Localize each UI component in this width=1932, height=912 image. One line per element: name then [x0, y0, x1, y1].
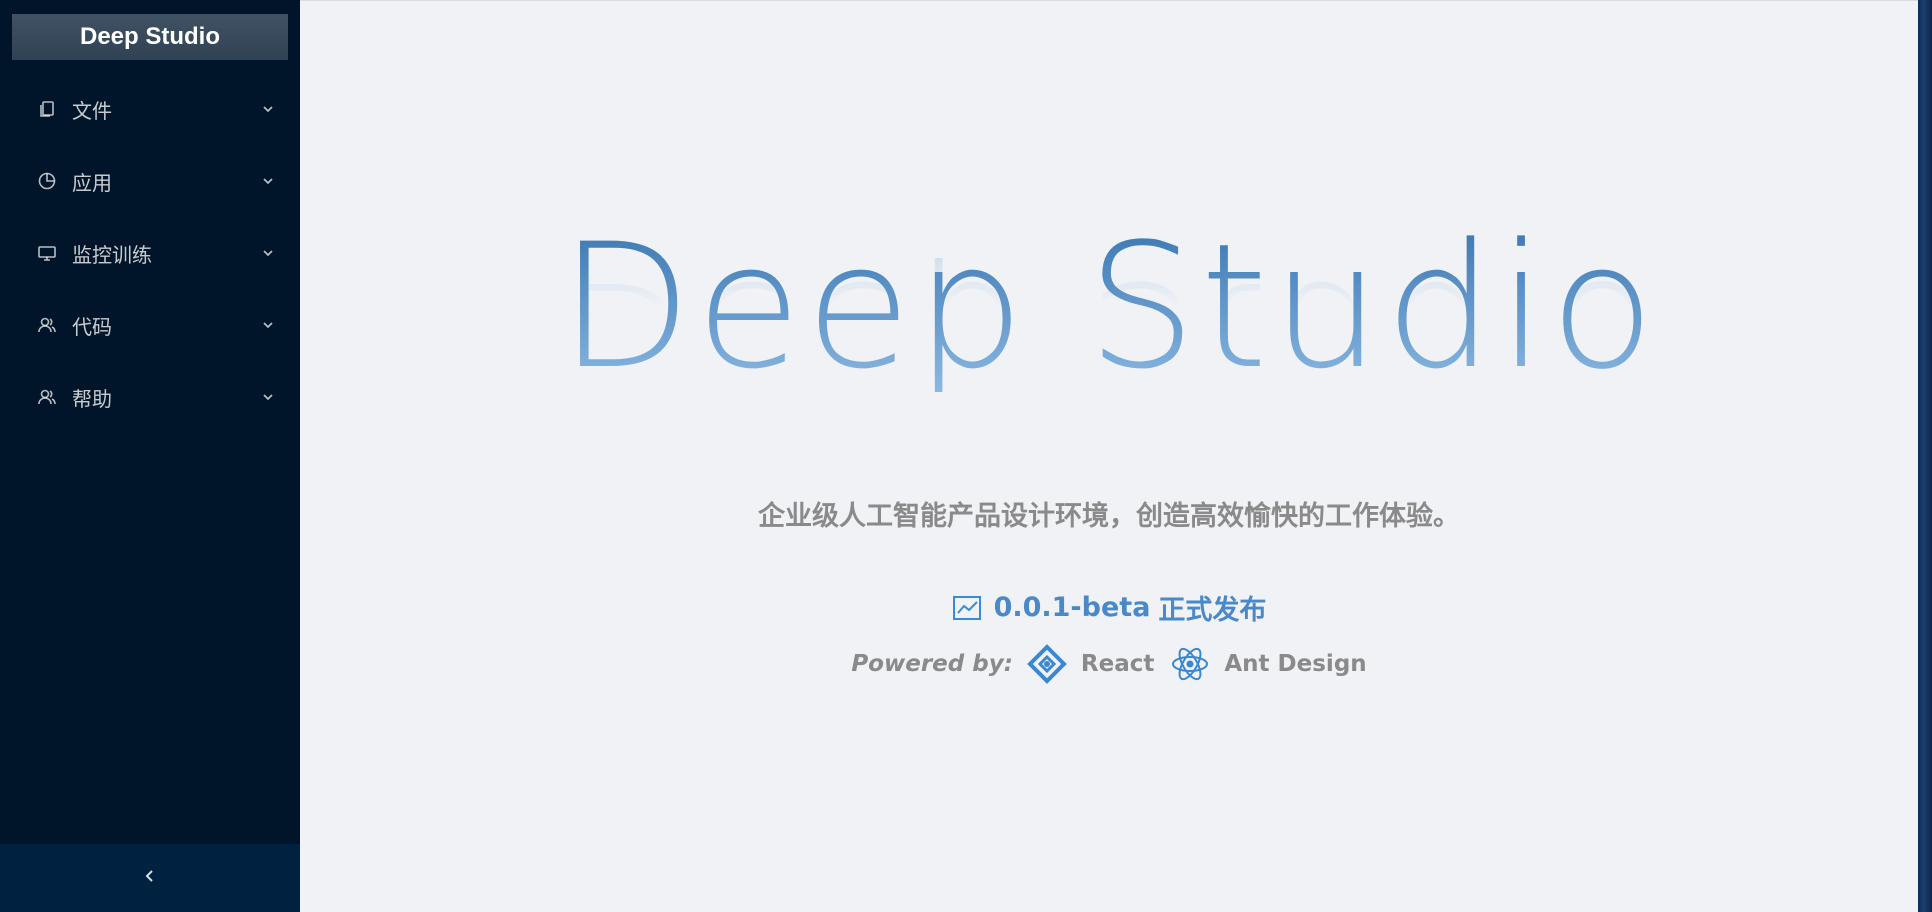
sidebar-item-code[interactable]: 代码 — [0, 289, 300, 361]
sidebar-item-monitor-training[interactable]: 监控训练 — [0, 217, 300, 289]
line-chart-icon — [952, 595, 981, 620]
hero-title-reflection: Deep Studio — [300, 258, 1918, 368]
version-release-text: 正式发布 — [1158, 595, 1267, 626]
team-icon — [36, 386, 58, 408]
sidebar-collapse-button[interactable] — [0, 844, 300, 912]
tech-ant-design-label: Ant Design — [1224, 651, 1367, 677]
version-number: 0.0.1-beta — [993, 592, 1151, 623]
sidebar-item-label: 帮助 — [72, 386, 112, 411]
powered-by-label: Powered by: — [851, 651, 1013, 677]
tech-react-label: React — [1080, 651, 1155, 677]
chevron-down-icon — [262, 172, 274, 191]
sidebar-item-label: 文件 — [72, 98, 112, 123]
copy-icon — [36, 98, 58, 120]
brand-logo[interactable]: Deep Studio — [12, 14, 288, 60]
chevron-down-icon — [262, 316, 274, 335]
sidebar-item-app[interactable]: 应用 — [0, 145, 300, 217]
brand-name: Deep Studio — [79, 23, 220, 50]
chevron-down-icon — [262, 244, 274, 263]
sidebar: Deep Studio 文件 应用 监控训练 代码 帮助 — [0, 0, 300, 912]
version-announcement[interactable]: 0.0.1-beta 正式发布 — [300, 588, 1918, 627]
left-arrow-icon — [142, 868, 158, 888]
sidebar-item-help[interactable]: 帮助 — [0, 361, 300, 433]
desktop-icon — [36, 242, 58, 264]
team-icon — [36, 314, 58, 336]
chevron-down-icon — [262, 100, 274, 119]
powered-by: Powered by: React Ant Design — [300, 644, 1918, 684]
ant-design-diamond-icon — [1027, 644, 1067, 684]
desktop-background-edge — [1918, 0, 1932, 912]
app-root: Deep Studio 文件 应用 监控训练 代码 帮助 Deep Studio… — [0, 0, 1932, 912]
sidebar-menu: 文件 应用 监控训练 代码 帮助 — [0, 73, 300, 433]
sidebar-item-file[interactable]: 文件 — [0, 73, 300, 145]
react-atom-icon — [1172, 647, 1209, 681]
pie-chart-icon — [36, 170, 58, 192]
sidebar-item-label: 应用 — [72, 170, 112, 195]
hero-title-reflection-text: Deep Studio — [559, 258, 1659, 368]
sidebar-item-label: 监控训练 — [72, 242, 152, 267]
sidebar-item-label: 代码 — [72, 314, 112, 339]
main-content — [300, 0, 1918, 912]
chevron-down-icon — [262, 388, 274, 407]
hero-subtitle: 企业级人工智能产品设计环境，创造高效愉快的工作体验。 — [758, 501, 1460, 532]
